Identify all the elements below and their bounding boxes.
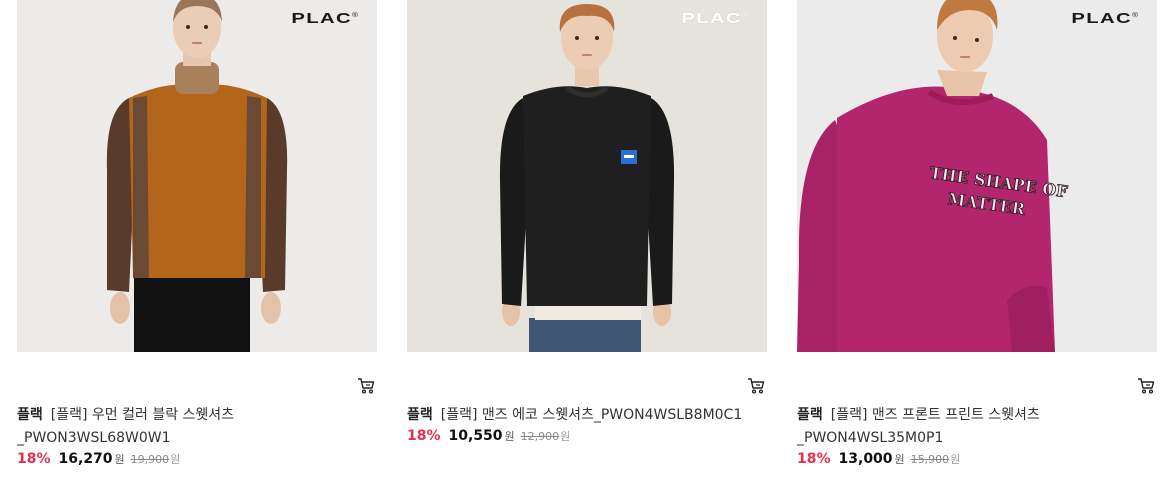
product-title[interactable]: 플랙 [플랙] 맨즈 프론트 프린트 스웻셔츠 _PWON4WSL35M0P1 (797, 404, 1147, 450)
original-price: 15,900 (910, 453, 950, 466)
original-price: 19,900 (130, 453, 170, 466)
product-grid: PLAC® 플랙 [플랙] 우먼 컬러 블락 스웻셔츠 _PWON3WSL68W0… (17, 0, 1157, 467)
sale-price: 16,270 (58, 451, 113, 467)
brand-logo: PLAC® (681, 10, 749, 27)
price-unit: 원 (894, 453, 905, 466)
product-image[interactable]: PLAC® (407, 0, 767, 352)
cart-icon[interactable] (747, 377, 765, 395)
product-photo-men-black-sweatshirt (407, 0, 767, 352)
price-row: 18% 13,000 원 15,900 원 (797, 451, 1157, 467)
product-brand: 플랙 (797, 407, 823, 423)
discount-rate: 18% (797, 451, 831, 467)
product-brand: 플랙 (17, 407, 43, 423)
original-price: 12,900 (520, 430, 560, 443)
product-name: [플랙] 맨즈 에코 스웻셔츠_PWON4WSLB8M0C1 (440, 407, 743, 423)
product-image[interactable]: PLAC® (17, 0, 377, 352)
product-card[interactable]: THE SHAPE OF MATTER PLAC® 플랙 [플랙] 맨즈 프론트… (797, 0, 1157, 467)
product-photo-woman-color-block (17, 0, 377, 352)
discount-rate: 18% (407, 428, 441, 444)
product-image[interactable]: THE SHAPE OF MATTER PLAC® (797, 0, 1157, 352)
product-grid-page: PLAC® 플랙 [플랙] 우먼 컬러 블락 스웻셔츠 _PWON3WSL68W0… (0, 0, 1174, 491)
product-name: [플랙] 우먼 컬러 블락 스웻셔츠 _PWON3WSL68W0W1 (17, 407, 235, 446)
original-price-unit: 원 (560, 430, 571, 443)
product-brand: 플랙 (407, 407, 433, 423)
product-card[interactable]: PLAC® 플랙 [플랙] 우먼 컬러 블락 스웻셔츠 _PWON3WSL68W0… (17, 0, 377, 467)
product-card[interactable]: PLAC® 플랙 [플랙] 맨즈 에코 스웻셔츠_PWON4WSLB8M0C1 1… (407, 0, 767, 467)
price-unit: 원 (504, 430, 515, 443)
product-photo-men-print-sweatshirt: THE SHAPE OF MATTER (797, 0, 1157, 352)
price-unit: 원 (114, 453, 125, 466)
cart-row (17, 352, 377, 404)
product-title[interactable]: 플랙 [플랙] 우먼 컬러 블락 스웻셔츠 _PWON3WSL68W0W1 (17, 404, 367, 450)
cart-row (407, 352, 767, 404)
price-row: 18% 10,550 원 12,900 원 (407, 428, 767, 444)
discount-rate: 18% (17, 451, 51, 467)
brand-logo: PLAC® (291, 10, 359, 27)
original-price-unit: 원 (950, 453, 961, 466)
original-price-unit: 원 (170, 453, 181, 466)
product-title[interactable]: 플랙 [플랙] 맨즈 에코 스웻셔츠_PWON4WSLB8M0C1 (407, 404, 757, 427)
price-row: 18% 16,270 원 19,900 원 (17, 451, 377, 467)
cart-icon[interactable] (1137, 377, 1155, 395)
cart-row (797, 352, 1157, 404)
sale-price: 10,550 (448, 428, 503, 444)
cart-icon[interactable] (357, 377, 375, 395)
product-name: [플랙] 맨즈 프론트 프린트 스웻셔츠 _PWON4WSL35M0P1 (797, 407, 1040, 446)
sale-price: 13,000 (838, 451, 893, 467)
brand-logo: PLAC® (1071, 10, 1139, 27)
